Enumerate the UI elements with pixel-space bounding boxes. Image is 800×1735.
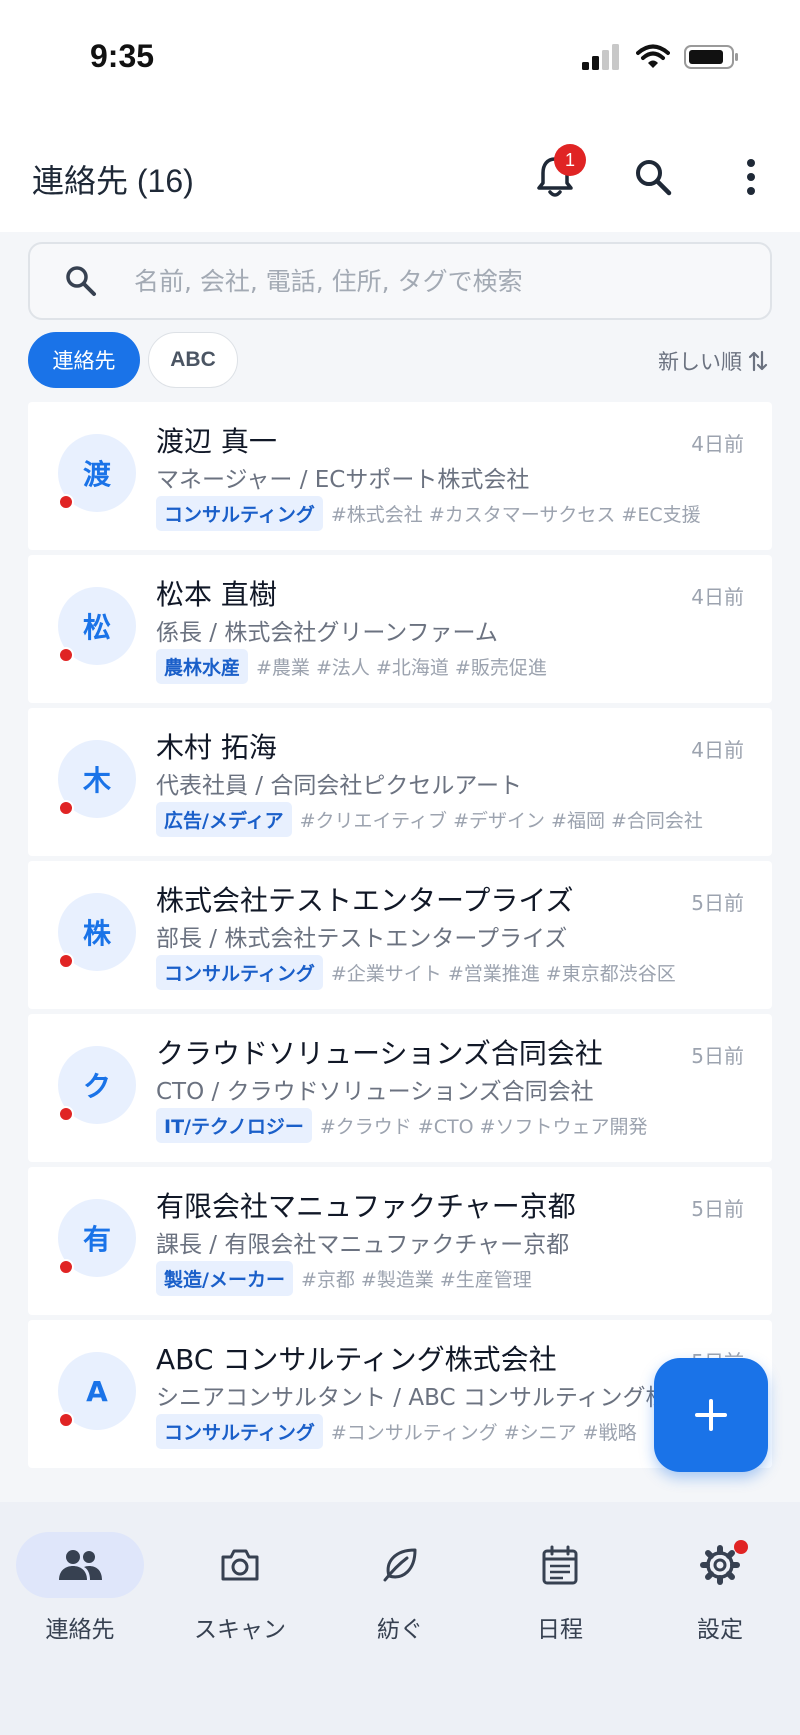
notification-button[interactable]: 1 xyxy=(528,144,586,204)
category-badge: 農林水産 xyxy=(156,649,249,684)
unread-dot xyxy=(58,1259,74,1275)
contact-time: 5日前 xyxy=(691,891,744,915)
status-icons xyxy=(582,44,740,70)
contact-role: 係長 / 株式会社グリーンファーム xyxy=(156,620,498,646)
tag-list: #クリエイティブ #デザイン #福岡 #合同会社 xyxy=(299,810,703,832)
category-badge: 製造/メーカー xyxy=(156,1261,293,1296)
search-box[interactable] xyxy=(28,242,772,320)
people-icon xyxy=(59,1550,102,1580)
status-time: 9:35 xyxy=(90,38,155,74)
contact-list: 渡 渡辺 真一 4日前 マネージャー / ECサポート株式会社 コンサルティング… xyxy=(28,402,772,1473)
unread-dot xyxy=(58,953,74,969)
sort-icon xyxy=(748,350,768,372)
settings-alert-dot xyxy=(734,1540,748,1554)
nav-item-settings[interactable]: 設定 xyxy=(645,1532,795,1644)
search-icon xyxy=(636,160,672,196)
more-vertical-icon xyxy=(747,159,755,195)
contact-card[interactable]: 木 木村 拓海 4日前 代表社員 / 合同会社ピクセルアート 広告/メディア #… xyxy=(28,708,772,856)
search-input[interactable] xyxy=(134,258,734,304)
contact-name: 有限会社マニュファクチャー京都 xyxy=(156,1190,576,1223)
category-badge: 広告/メディア xyxy=(156,802,292,837)
nav-item-scan[interactable]: スキャン xyxy=(165,1532,315,1644)
tag-list: #農業 #法人 #北海道 #販売促進 xyxy=(256,657,547,679)
nav-label: 設定 xyxy=(697,1617,743,1643)
battery-icon xyxy=(684,45,738,69)
tag-list: #企業サイト #営業推進 #東京都渋谷区 xyxy=(330,963,676,985)
content-area: 連絡先 ABC 新しい順 渡 渡辺 真一 4日前 マネージャー / ECサポート… xyxy=(0,232,800,1502)
contact-name: 株式会社テストエンタープライズ xyxy=(156,884,574,917)
contact-time: 5日前 xyxy=(691,1197,744,1221)
contact-tags: 広告/メディア #クリエイティブ #デザイン #福岡 #合同会社 xyxy=(156,802,703,837)
notification-badge: 1 xyxy=(554,144,586,176)
app-header: 連絡先 (16) 1 xyxy=(0,120,800,232)
filter-chip-contacts[interactable]: 連絡先 xyxy=(28,332,140,388)
contact-role: 代表社員 / 合同会社ピクセルアート xyxy=(156,773,522,799)
contact-time: 4日前 xyxy=(691,432,744,456)
nav-item-weave[interactable]: 紡ぐ xyxy=(325,1532,475,1644)
contact-role: 部長 / 株式会社テストエンタープライズ xyxy=(156,926,568,952)
contact-tags: コンサルティング #企業サイト #営業推進 #東京都渋谷区 xyxy=(156,955,676,990)
contact-name: 木村 拓海 xyxy=(156,731,277,764)
contact-role: CTO / クラウドソリューションズ合同会社 xyxy=(156,1079,594,1105)
plus-icon xyxy=(695,1399,727,1431)
tag-list: #株式会社 #カスタマーサクセス #EC支援 xyxy=(330,504,701,526)
contact-role: 課長 / 有限会社マニュファクチャー京都 xyxy=(156,1232,570,1258)
contact-card[interactable]: 有 有限会社マニュファクチャー京都 5日前 課長 / 有限会社マニュファクチャー… xyxy=(28,1167,772,1315)
category-badge: コンサルティング xyxy=(156,1414,323,1449)
wifi-icon xyxy=(636,44,670,68)
nav-label: 紡ぐ xyxy=(377,1617,423,1643)
add-contact-button[interactable] xyxy=(654,1358,768,1472)
nav-label: 日程 xyxy=(537,1617,583,1643)
contact-tags: IT/テクノロジー #クラウド #CTO #ソフトウェア開発 xyxy=(156,1108,648,1143)
nav-label: スキャン xyxy=(194,1617,286,1643)
contact-role: マネージャー / ECサポート株式会社 xyxy=(156,467,530,493)
sort-button[interactable]: 新しい順 xyxy=(658,346,768,376)
page-title: 連絡先 (16) xyxy=(32,163,194,199)
contact-tags: コンサルティング #コンサルティング #シニア #戦略 xyxy=(156,1414,637,1449)
contact-time: 5日前 xyxy=(691,1044,744,1068)
contact-name: 松本 直樹 xyxy=(156,578,277,611)
contact-name: 渡辺 真一 xyxy=(156,425,277,458)
contact-tags: コンサルティング #株式会社 #カスタマーサクセス #EC支援 xyxy=(156,496,701,531)
category-badge: IT/テクノロジー xyxy=(156,1108,312,1143)
contact-tags: 製造/メーカー #京都 #製造業 #生産管理 xyxy=(156,1261,532,1296)
tag-list: #クラウド #CTO #ソフトウェア開発 xyxy=(319,1116,648,1138)
nav-item-contacts[interactable]: 連絡先 xyxy=(5,1532,155,1644)
contact-role: シニアコンサルタント / ABC コンサルティング株式会社 xyxy=(156,1385,738,1411)
contact-card[interactable]: ク クラウドソリューションズ合同会社 5日前 CTO / クラウドソリューション… xyxy=(28,1014,772,1162)
category-badge: コンサルティング xyxy=(156,496,323,531)
gear-icon xyxy=(700,1545,740,1585)
bottom-nav: 連絡先 スキャン 紡ぐ 日程 設定 xyxy=(0,1502,800,1735)
contact-card[interactable]: 松 松本 直樹 4日前 係長 / 株式会社グリーンファーム 農林水産 #農業 #… xyxy=(28,555,772,703)
contact-tags: 農林水産 #農業 #法人 #北海道 #販売促進 xyxy=(156,649,547,684)
sort-label: 新しい順 xyxy=(658,350,742,374)
tag-list: #コンサルティング #シニア #戦略 xyxy=(330,1422,637,1444)
unread-dot xyxy=(58,1412,74,1428)
unread-dot xyxy=(58,494,74,510)
contact-name: クラウドソリューションズ合同会社 xyxy=(156,1037,603,1070)
contact-card[interactable]: 株 株式会社テストエンタープライズ 5日前 部長 / 株式会社テストエンタープラ… xyxy=(28,861,772,1009)
unread-dot xyxy=(58,647,74,663)
camera-icon xyxy=(221,1549,259,1581)
calendar-icon xyxy=(542,1545,578,1585)
cellular-signal-icon xyxy=(582,44,619,70)
unread-dot xyxy=(58,1106,74,1122)
contact-card[interactable]: 渡 渡辺 真一 4日前 マネージャー / ECサポート株式会社 コンサルティング… xyxy=(28,402,772,550)
nav-item-schedule[interactable]: 日程 xyxy=(485,1532,635,1644)
unread-dot xyxy=(58,800,74,816)
contact-time: 4日前 xyxy=(691,585,744,609)
contact-time: 4日前 xyxy=(691,738,744,762)
search-icon xyxy=(66,266,96,296)
leaf-icon xyxy=(383,1548,417,1582)
tag-list: #京都 #製造業 #生産管理 xyxy=(300,1269,532,1291)
contact-name: ABC コンサルティング株式会社 xyxy=(156,1343,557,1376)
more-menu-button[interactable] xyxy=(724,150,778,204)
search-button[interactable] xyxy=(626,150,680,204)
filter-chip-abc[interactable]: ABC xyxy=(148,332,238,388)
nav-label: 連絡先 xyxy=(45,1617,115,1643)
category-badge: コンサルティング xyxy=(156,955,323,990)
status-bar: 9:35 xyxy=(0,0,800,120)
